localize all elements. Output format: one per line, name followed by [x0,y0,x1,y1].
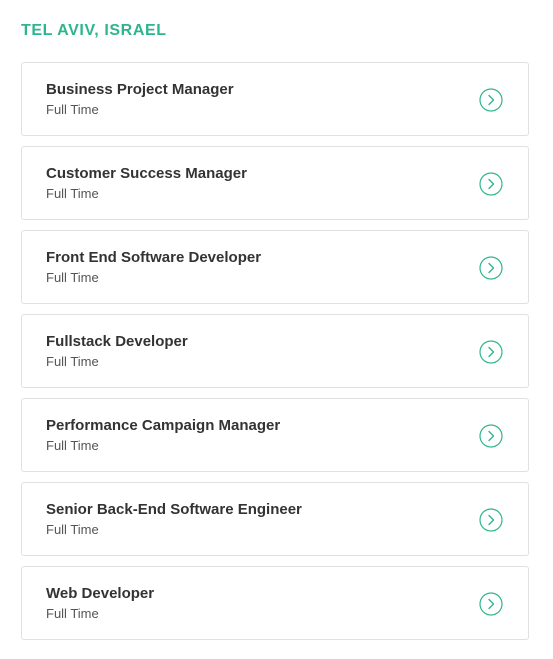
job-list: Business Project Manager Full Time Custo… [21,62,529,650]
job-type: Full Time [46,270,99,285]
job-type: Full Time [46,438,99,453]
job-card[interactable]: Web Developer Full Time [21,566,529,640]
job-card[interactable]: Fullstack Developer Full Time [21,314,529,388]
location-heading: TEL AVIV, ISRAEL [21,22,167,39]
job-title: Front End Software Developer [46,249,262,266]
job-title: Web Developer [46,585,155,602]
job-type: Full Time [46,606,99,621]
job-card[interactable]: Business Project Manager Full Time [21,62,529,136]
job-title: Customer Success Manager [46,165,247,182]
job-title: Fullstack Developer [46,333,188,350]
job-type: Full Time [46,186,99,201]
job-type: Full Time [46,522,99,537]
job-title: Business Project Manager [46,81,234,98]
job-type: Full Time [46,102,99,117]
chevron-right-circle-icon[interactable] [479,340,503,364]
job-card[interactable]: Front End Software Developer Full Time [21,230,529,304]
job-title: Performance Campaign Manager [46,417,281,434]
job-card[interactable]: Performance Campaign Manager Full Time [21,398,529,472]
chevron-right-circle-icon[interactable] [479,424,503,448]
chevron-right-circle-icon[interactable] [479,256,503,280]
job-card[interactable]: Customer Success Manager Full Time [21,146,529,220]
chevron-right-circle-icon[interactable] [479,508,503,532]
chevron-right-circle-icon[interactable] [479,592,503,616]
chevron-right-circle-icon[interactable] [479,88,503,112]
chevron-right-circle-icon[interactable] [479,172,503,196]
job-card[interactable]: Senior Back-End Software Engineer Full T… [21,482,529,556]
job-title: Senior Back-End Software Engineer [46,501,302,518]
job-type: Full Time [46,354,99,369]
